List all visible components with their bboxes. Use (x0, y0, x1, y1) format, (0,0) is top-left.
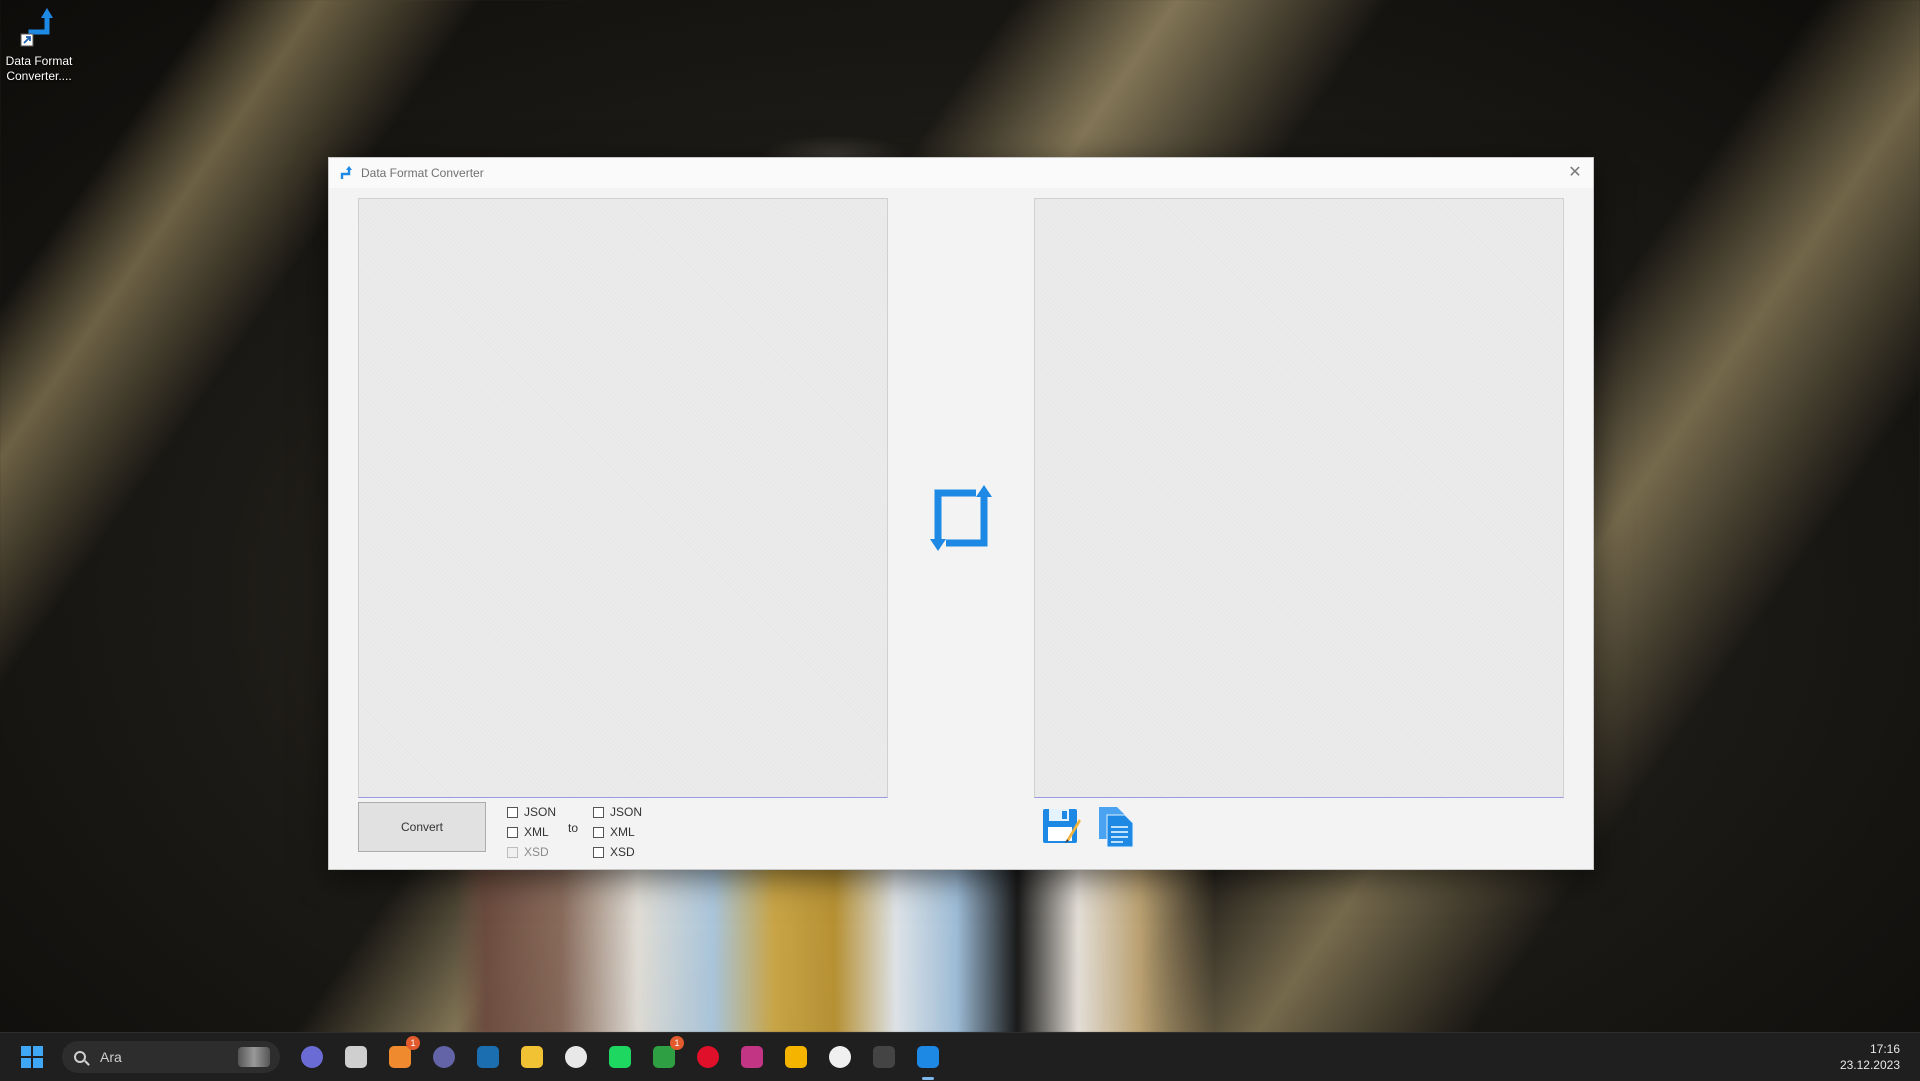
swap-arrows-icon[interactable] (926, 483, 996, 553)
app-window: Data Format Converter ✕ Convert JSON XML… (328, 157, 1594, 870)
data-format-converter-glyph (917, 1046, 939, 1068)
system-clock[interactable]: 17:16 23.12.2023 (1840, 1041, 1900, 1073)
teams-glyph (433, 1046, 455, 1068)
from-xml-label: XML (524, 825, 549, 839)
input-textbox[interactable] (358, 198, 888, 798)
obs-studio-icon[interactable] (868, 1041, 900, 1073)
teams-icon[interactable] (428, 1041, 460, 1073)
file-explorer-glyph (521, 1046, 543, 1068)
copilot-pre-icon[interactable] (296, 1041, 328, 1073)
clock-time: 17:16 (1869, 1042, 1900, 1056)
opera-icon[interactable] (692, 1041, 724, 1073)
instagram-app-glyph (741, 1046, 763, 1068)
from-xsd-label: XSD (524, 845, 549, 859)
search-highlight-image (238, 1047, 270, 1067)
instagram-app-icon[interactable] (736, 1041, 768, 1073)
obs-studio-glyph (873, 1046, 895, 1068)
task-view-glyph (345, 1046, 367, 1068)
store-glyph (565, 1046, 587, 1068)
chat-badge: 1 (406, 1036, 420, 1050)
copilot-pre-glyph (301, 1046, 323, 1068)
convert-button[interactable]: Convert (358, 802, 486, 852)
from-json-option[interactable]: JSON (507, 802, 556, 822)
from-format-group: JSON XML XSD (507, 802, 556, 862)
to-label: to (568, 821, 579, 835)
to-xsd-checkbox[interactable] (593, 846, 604, 858)
from-xsd-option: XSD (507, 842, 556, 862)
media-app-icon[interactable] (824, 1041, 856, 1073)
to-xsd-option[interactable]: XSD (593, 842, 642, 862)
steam-glyph (477, 1046, 499, 1068)
clock-date: 23.12.2023 (1839, 1058, 1900, 1072)
to-format-group: JSON XML XSD (593, 802, 642, 862)
from-xml-checkbox[interactable] (507, 826, 518, 838)
xbox-badge: 1 (670, 1036, 684, 1050)
wallpaper-figure (455, 868, 1215, 1033)
taskbar-app-icons: 11 (290, 1036, 950, 1080)
desktop-shortcut-data-format-converter[interactable]: Data Format Converter.... (4, 6, 74, 84)
spotify-icon[interactable] (604, 1041, 636, 1073)
taskbar-search-box[interactable]: Ara (62, 1041, 280, 1073)
search-icon (74, 1051, 86, 1063)
steam-icon[interactable] (472, 1041, 504, 1073)
task-view-icon[interactable] (340, 1041, 372, 1073)
window-title: Data Format Converter (361, 166, 484, 180)
output-textbox[interactable] (1034, 198, 1564, 798)
data-format-converter-icon (17, 6, 61, 50)
store-icon[interactable] (560, 1041, 592, 1073)
chrome-icon[interactable] (780, 1041, 812, 1073)
from-json-checkbox[interactable] (507, 806, 518, 818)
from-xsd-checkbox (507, 846, 518, 858)
app-title-icon (339, 166, 353, 180)
to-xml-label: XML (610, 825, 635, 839)
spotify-glyph (609, 1046, 631, 1068)
close-button[interactable]: ✕ (1565, 163, 1585, 183)
to-json-checkbox[interactable] (593, 806, 604, 818)
desktop-shortcut-label: Data Format Converter.... (5, 54, 73, 83)
search-placeholder: Ara (100, 1049, 122, 1065)
to-json-label: JSON (610, 805, 643, 819)
taskbar: Ara 11 17:16 23.12.2023 (0, 1032, 1920, 1081)
xbox-glyph (653, 1046, 675, 1068)
save-icon[interactable] (1041, 805, 1081, 845)
media-app-glyph (829, 1046, 851, 1068)
to-xsd-label: XSD (610, 845, 635, 859)
xbox-icon[interactable]: 1 (648, 1036, 684, 1073)
copy-icon[interactable] (1095, 805, 1135, 849)
from-xml-option[interactable]: XML (507, 822, 556, 842)
chat-glyph (389, 1046, 411, 1068)
opera-glyph (697, 1046, 719, 1068)
to-xml-checkbox[interactable] (593, 826, 604, 838)
windows-start-icon[interactable] (21, 1046, 43, 1068)
data-format-converter-icon[interactable] (912, 1041, 944, 1080)
chat-icon[interactable]: 1 (384, 1036, 420, 1073)
to-json-option[interactable]: JSON (593, 802, 642, 822)
from-json-label: JSON (524, 805, 557, 819)
to-xml-option[interactable]: XML (593, 822, 642, 842)
file-explorer-icon[interactable] (516, 1041, 548, 1073)
window-titlebar[interactable]: Data Format Converter ✕ (329, 158, 1593, 188)
chrome-glyph (785, 1046, 807, 1068)
